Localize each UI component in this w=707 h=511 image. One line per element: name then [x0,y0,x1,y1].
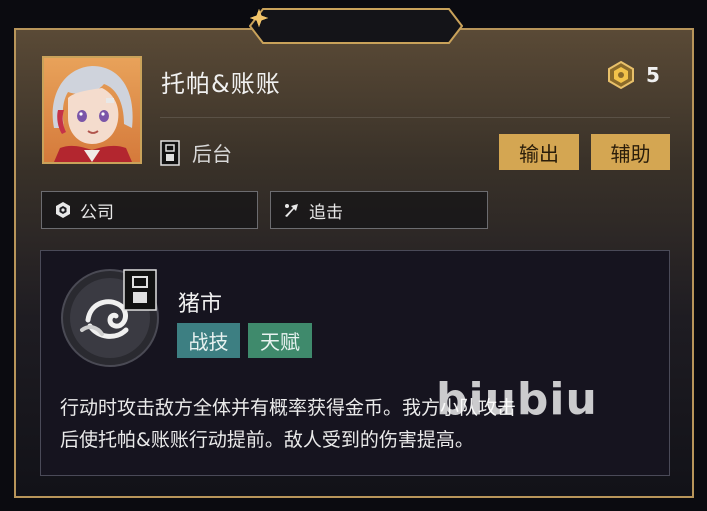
character-name: 托帕&账账 [161,70,281,98]
backline-icon [160,139,180,166]
hexagon-coin-icon [608,60,634,90]
swirl-skill-icon [61,269,159,367]
cost-value: 5 [646,63,660,87]
mechanic-box: 追击 [270,191,488,229]
skill-tag-skill: 战技 [177,323,240,358]
portrait-art [52,66,133,162]
position-indicator: 后台 [160,138,232,167]
position-label: 后台 [192,142,232,166]
faction-label: 公司 [80,202,114,223]
skill-name: 猪市 [178,292,223,317]
cost-display: 5 [606,60,660,90]
header-divider [160,117,670,118]
company-icon [56,202,70,218]
skill-icon-wrapper [60,268,160,368]
faction-box: 公司 [41,191,258,229]
role-tag-output: 输出 [499,134,579,170]
star-icon [250,9,268,27]
skill-description-line: 后使托帕&账账行动提前。敌人受到的伤害提高。 [60,429,474,451]
role-tag-support: 辅助 [591,134,670,170]
follow-up-attack-icon [285,204,298,217]
skill-tag-talent: 天赋 [248,323,312,358]
character-portrait[interactable] [42,56,142,164]
watermark: biubiu [436,374,598,425]
mechanic-label: 追击 [309,202,343,223]
star-banner [249,8,463,44]
